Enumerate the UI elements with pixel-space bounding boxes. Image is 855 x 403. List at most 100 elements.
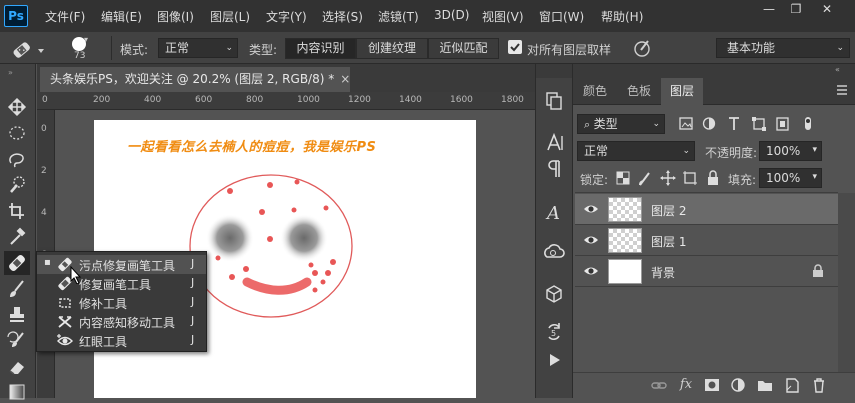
collapse-icon[interactable]: » — [8, 68, 13, 77]
type-create-texture[interactable]: 创建纹理 — [356, 38, 428, 59]
crop-tool[interactable] — [4, 199, 30, 223]
chevron-down-icon: ⌄ — [682, 146, 690, 156]
lock-pixels-icon[interactable] — [639, 172, 650, 186]
quick-select-tool[interactable] — [4, 173, 30, 197]
filter-adjustment-icon[interactable] — [702, 117, 716, 130]
flyout-item[interactable]: 修补工具 J — [37, 293, 206, 312]
close-tab-icon[interactable]: × — [340, 72, 350, 86]
new-group-icon[interactable] — [756, 376, 774, 394]
visibility-eye-icon[interactable] — [583, 203, 599, 215]
menu-item[interactable]: 编辑(E) — [101, 8, 142, 25]
link-layers-icon[interactable] — [650, 376, 668, 394]
layer-thumbnail — [608, 228, 642, 253]
blend-mode-dropdown[interactable]: 正常 ⌄ — [577, 141, 695, 161]
history-panel-button[interactable] — [541, 88, 567, 114]
filter-type-icon[interactable] — [729, 117, 739, 130]
history-brush-tool[interactable] — [4, 329, 30, 353]
spot-healing-tool[interactable] — [4, 251, 30, 275]
sample-all-checkbox[interactable] — [508, 40, 522, 54]
menu-item[interactable]: 滤镜(T) — [378, 8, 419, 25]
type-proximity-match[interactable]: 近似匹配 — [428, 38, 499, 59]
menu-item[interactable]: 文件(F) — [45, 8, 85, 25]
menu-item[interactable]: 3D(D) — [434, 8, 469, 22]
opacity-input[interactable]: 100% ▾ — [759, 141, 822, 161]
layer-row[interactable]: 图层 2 — [575, 194, 838, 225]
pressure-size-button[interactable] — [632, 38, 652, 58]
filter-shape-icon[interactable] — [752, 117, 766, 131]
lock-position-icon[interactable] — [660, 170, 676, 186]
filter-toggle-icon[interactable] — [805, 117, 811, 130]
filter-smart-object-icon[interactable] — [776, 117, 789, 131]
timeline-panel-button[interactable]: 5 — [541, 319, 567, 345]
layer-row[interactable]: 背景 — [575, 256, 838, 287]
adjustment-layer-icon[interactable] — [729, 376, 747, 394]
eraser-icon — [9, 362, 24, 375]
type-content-aware[interactable]: 内容识别 — [285, 38, 356, 59]
paragraph-panel-button[interactable] — [541, 156, 567, 182]
marquee-tool[interactable] — [4, 121, 30, 145]
tab-layers[interactable]: 图层 — [661, 78, 703, 105]
eraser-tool[interactable] — [4, 355, 30, 379]
restore-button[interactable]: ❐ — [784, 2, 808, 18]
mode-value: 正常 — [165, 41, 190, 55]
lock-icon — [812, 264, 824, 278]
menu-item[interactable]: 图层(L) — [210, 8, 250, 25]
shortcut-key: J — [191, 276, 195, 289]
actions-panel-button[interactable] — [541, 347, 567, 373]
lock-transparency-icon[interactable] — [616, 171, 630, 185]
document-tab[interactable]: 头条娱乐PS，欢迎关注 @ 20.2% (图层 2, RGB/8) * × — [40, 67, 350, 92]
tool-preset-picker[interactable] — [10, 40, 48, 60]
fill-input[interactable]: 100% ▾ — [759, 168, 822, 188]
filter-pixel-icon[interactable] — [679, 117, 693, 130]
menu-item[interactable]: 文字(Y) — [266, 8, 307, 25]
healing-tools-flyout: ▪ 污点修复画笔工具 J 修复画笔工具 J 修补工具 J 内容感知移动工具 J 红眼工具 J — [36, 251, 207, 352]
flyout-item[interactable]: 修复画笔工具 J — [37, 274, 206, 293]
clone-stamp-tool[interactable] — [4, 303, 30, 327]
workspace-value: 基本功能 — [727, 41, 776, 55]
menu-item[interactable]: 窗口(W) — [539, 8, 584, 25]
menu-item[interactable]: 视图(V) — [482, 8, 524, 25]
menu-item[interactable]: 帮助(H) — [601, 8, 643, 25]
character-panel-button[interactable] — [541, 130, 567, 156]
gradient-tool[interactable] — [4, 379, 30, 403]
flyout-item[interactable]: ▪ 污点修复画笔工具 J — [37, 255, 206, 274]
fx-icon[interactable]: fx — [677, 376, 695, 394]
lasso-tool[interactable] — [4, 147, 30, 171]
mode-dropdown[interactable]: 正常 ⌄ — [158, 38, 238, 58]
layer-thumbnail — [608, 259, 642, 284]
lock-all-icon[interactable] — [708, 170, 718, 185]
glyphs-panel-button[interactable]: A — [541, 198, 567, 224]
eyedropper-tool[interactable] — [4, 225, 30, 249]
libraries-panel-button[interactable] — [541, 240, 567, 266]
tab-color[interactable]: 颜色 — [578, 78, 612, 105]
visibility-eye-icon[interactable] — [583, 234, 599, 246]
close-button[interactable]: ✕ — [815, 2, 839, 18]
minimize-button[interactable]: — — [757, 2, 781, 18]
menu-item[interactable]: 选择(S) — [322, 8, 363, 25]
3d-panel-button[interactable] — [541, 281, 567, 307]
panel-menu-button[interactable] — [836, 84, 848, 96]
brush-tool[interactable] — [4, 277, 30, 301]
move-tool[interactable] — [4, 95, 30, 119]
pressure-pen-icon — [634, 40, 650, 57]
workspace-dropdown[interactable]: 基本功能 ⌄ — [716, 38, 850, 58]
new-layer-icon[interactable] — [783, 376, 801, 394]
flyout-item[interactable]: 红眼工具 J — [37, 331, 206, 350]
layer-filter-dropdown[interactable]: ⌕ 类型 ⌄ — [577, 114, 665, 134]
visibility-eye-icon[interactable] — [583, 265, 599, 277]
lock-buttons — [614, 168, 722, 188]
add-mask-icon[interactable] — [703, 376, 721, 394]
tab-swatches[interactable]: 色板 — [620, 78, 658, 105]
right-eye — [280, 214, 328, 262]
layer-row[interactable]: 图层 1 — [575, 225, 838, 256]
divider — [575, 192, 838, 193]
layer-thumbnail — [608, 197, 642, 222]
flyout-item[interactable]: 内容感知移动工具 J — [37, 312, 206, 331]
menu-item[interactable]: 图像(I) — [157, 8, 194, 25]
brush-size-picker[interactable]: ▾ 73 — [65, 35, 95, 64]
collapse-icon[interactable]: « — [835, 65, 840, 74]
lock-artboard-icon[interactable] — [683, 171, 697, 185]
delete-layer-icon[interactable] — [810, 376, 828, 394]
layers-scrollbar[interactable] — [838, 193, 855, 373]
chevron-down-icon: ▾ — [812, 172, 817, 182]
